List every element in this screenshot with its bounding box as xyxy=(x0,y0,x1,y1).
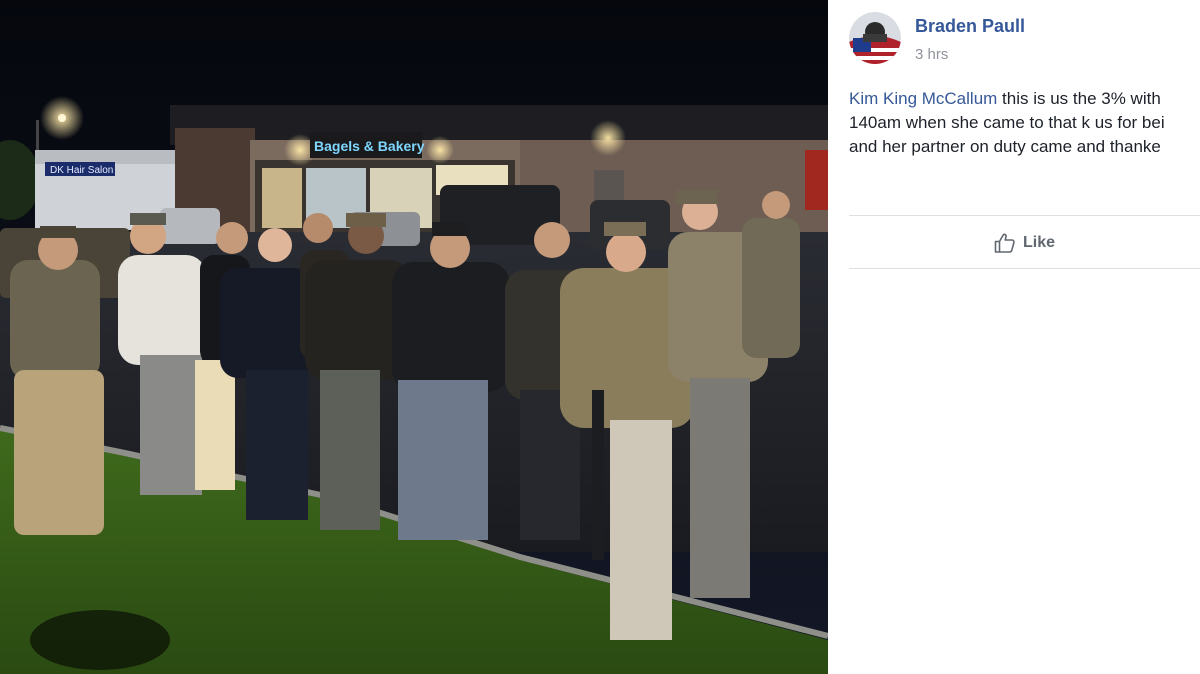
person-1 xyxy=(10,226,104,535)
post-body: Kim King McCallum this is us the 3% with… xyxy=(849,87,1200,159)
post-line-1-rest: this is us the 3% with xyxy=(997,89,1161,108)
side-store-sign: DK Hair Salon xyxy=(50,165,113,176)
storefront-sign: Bagels & Bakery xyxy=(314,138,425,154)
actions-bottom-divider xyxy=(849,268,1200,269)
like-button[interactable]: Like xyxy=(993,230,1055,256)
thumbs-up-outline-icon xyxy=(994,233,1015,253)
post-line-1: Kim King McCallum this is us the 3% with xyxy=(849,87,1200,111)
post-author-name[interactable]: Braden Paull xyxy=(915,16,1025,37)
post-timestamp[interactable]: 3 hrs xyxy=(915,46,948,63)
post-line-3: and her partner on duty came and thanke xyxy=(849,137,1161,156)
like-button-label: Like xyxy=(1023,234,1056,251)
actions-top-divider xyxy=(849,215,1200,216)
profile-avatar-icon[interactable] xyxy=(849,12,901,64)
post-line-2: 140am when she came to that k us for bei xyxy=(849,113,1165,132)
tagged-user-link[interactable]: Kim King McCallum xyxy=(849,89,997,108)
group-photo-scene: DK Hair Salon Bagels & Bakery xyxy=(0,0,828,674)
post-photo[interactable]: DK Hair Salon Bagels & Bakery xyxy=(0,0,828,674)
